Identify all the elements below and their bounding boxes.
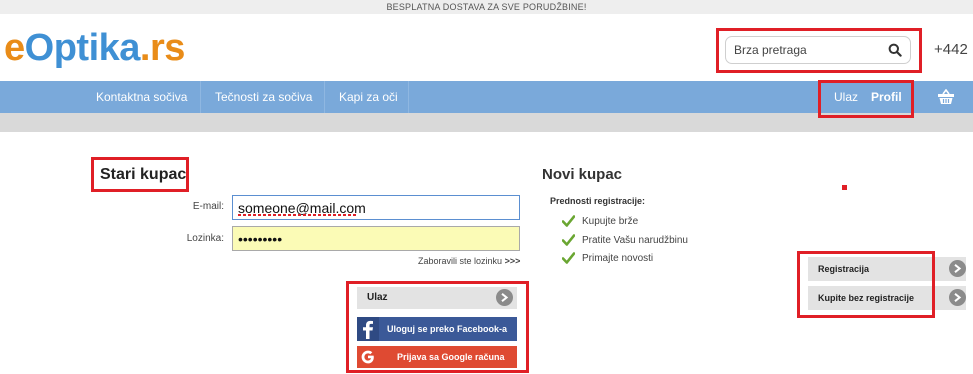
login-button[interactable]: Ulaz — [357, 287, 517, 309]
email-field-wrapper — [232, 195, 520, 220]
nav-item-lens-solutions[interactable]: Tečnosti za sočiva — [215, 81, 312, 113]
password-field[interactable] — [233, 227, 519, 250]
nav-shadow-band — [0, 113, 973, 132]
login-button-label: Ulaz — [367, 292, 388, 303]
benefit-text: Pratite Vašu narudžbinu — [582, 235, 688, 246]
register-button[interactable]: Registracija — [808, 257, 966, 281]
old-customer-title: Stari kupac — [100, 166, 187, 183]
search-input[interactable] — [734, 41, 884, 59]
facebook-icon — [357, 317, 379, 341]
nav-login-link[interactable]: Ulaz — [834, 81, 858, 113]
benefit-text: Kupujte brže — [582, 216, 639, 227]
arrow-right-icon — [949, 260, 966, 277]
nav-divider — [408, 81, 409, 113]
shipping-banner: BESPLATNA DOSTAVA ZA SVE PORUDŽBINE! — [0, 0, 973, 14]
forgot-password-link[interactable]: Zaboravili ste lozinku >>> — [418, 256, 520, 266]
benefit-text: Primajte novosti — [582, 253, 654, 264]
site-logo[interactable]: eOptika.rs — [4, 26, 185, 70]
facebook-login-button[interactable]: Uloguj se preko Facebook-a — [357, 317, 517, 341]
logo-e: e — [4, 27, 25, 69]
search-box — [725, 36, 911, 64]
nav-divider — [324, 81, 325, 113]
google-login-label: Prijava sa Google računa — [397, 352, 505, 362]
forgot-password-arrows: >>> — [504, 256, 521, 266]
basket-icon[interactable] — [937, 89, 955, 105]
password-label: Lozinka: — [186, 233, 224, 244]
check-icon — [562, 234, 575, 246]
facebook-login-label: Uloguj se preko Facebook-a — [387, 324, 508, 334]
check-icon — [562, 252, 575, 264]
nav-item-contact-lenses[interactable]: Kontaktna sočiva — [96, 81, 187, 113]
arrow-right-icon — [949, 289, 966, 306]
logo-optika: Optika — [24, 27, 141, 69]
benefits-title: Prednosti registracije: — [550, 196, 646, 206]
arrow-right-icon — [496, 289, 513, 306]
logo-rs: .rs — [139, 27, 185, 69]
guest-checkout-label: Kupite bez registracije — [818, 293, 915, 303]
google-icon — [361, 350, 374, 364]
register-button-label: Registracija — [818, 264, 870, 274]
spellcheck-underline — [238, 214, 356, 216]
annotation-dot — [842, 185, 847, 190]
nav-item-eye-drops[interactable]: Kapi za oči — [339, 81, 398, 113]
password-field-wrapper — [232, 226, 520, 251]
email-label: E-mail: — [192, 201, 224, 212]
new-customer-title: Novi kupac — [542, 166, 623, 183]
check-icon — [562, 215, 575, 227]
nav-profile-link[interactable]: Profil — [871, 81, 902, 113]
phone-number: +442 — [934, 41, 968, 58]
google-login-button[interactable]: Prijava sa Google računa — [357, 346, 517, 368]
main-nav: Kontaktna sočiva Tečnosti za sočiva Kapi… — [0, 81, 973, 113]
forgot-password-text: Zaboravili ste lozinku — [418, 256, 503, 266]
guest-checkout-button[interactable]: Kupite bez registracije — [808, 286, 966, 310]
nav-divider — [200, 81, 201, 113]
search-icon[interactable] — [888, 43, 902, 57]
